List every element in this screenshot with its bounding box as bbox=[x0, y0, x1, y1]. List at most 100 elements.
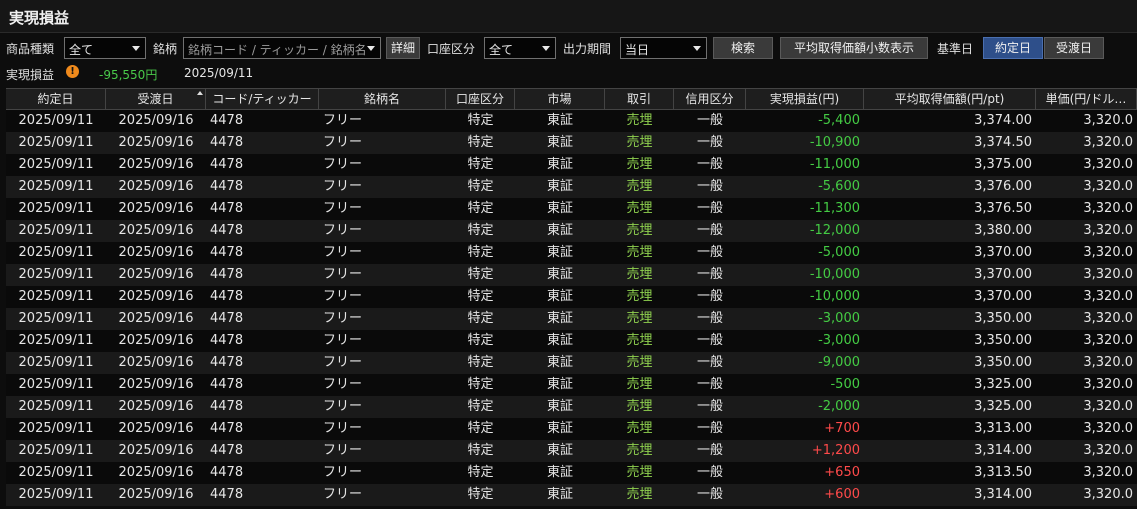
cell-market: 東証 bbox=[546, 355, 573, 370]
cell-credit-type: 一般 bbox=[696, 113, 723, 128]
cell-unit-price: 3,320.0 bbox=[1083, 289, 1133, 304]
column-header-symbol-name[interactable]: 銘柄名 bbox=[319, 89, 446, 109]
table-row[interactable]: 2025/09/11 2025/09/16 4478 フリー 特定 東証 売埋 一般 +700 3… bbox=[6, 418, 1137, 440]
column-header-settle-date[interactable]: 受渡日 bbox=[106, 89, 206, 109]
cell-account-type: 特定 bbox=[467, 201, 494, 216]
cell-trade-date: 2025/09/11 bbox=[18, 311, 94, 326]
cell-unit-price: 3,320.0 bbox=[1083, 113, 1133, 128]
column-header-trade-type[interactable]: 取引 bbox=[605, 89, 674, 109]
cell-avg-price: 3,370.00 bbox=[974, 289, 1032, 304]
delivery-date-button[interactable]: 受渡日 bbox=[1044, 37, 1104, 59]
cell-avg-price: 3,374.00 bbox=[974, 113, 1032, 128]
contract-date-button[interactable]: 約定日 bbox=[983, 37, 1043, 59]
cell-symbol-name: フリー bbox=[323, 201, 363, 216]
cell-realized-pnl: -2,000 bbox=[818, 399, 860, 414]
cell-account-type: 特定 bbox=[467, 377, 494, 392]
symbol-input[interactable]: 銘柄コード / ティッカー / 銘柄名 bbox=[183, 37, 381, 59]
cell-avg-price: 3,375.00 bbox=[974, 157, 1032, 172]
cell-code: 4478 bbox=[210, 245, 244, 260]
table-row[interactable]: 2025/09/11 2025/09/16 4478 フリー 特定 東証 売埋 一般 +650 3… bbox=[6, 462, 1137, 484]
cell-account-type: 特定 bbox=[467, 311, 494, 326]
table-row[interactable]: 2025/09/11 2025/09/16 4478 フリー 特定 東証 売埋 一般 -9,00… bbox=[6, 352, 1137, 374]
cell-credit-type: 一般 bbox=[696, 223, 723, 238]
cell-settle-date: 2025/09/16 bbox=[118, 267, 194, 282]
cell-settle-date: 2025/09/16 bbox=[118, 201, 194, 216]
column-header-credit-type[interactable]: 信用区分 bbox=[674, 89, 746, 109]
cell-avg-price: 3,350.00 bbox=[974, 355, 1032, 370]
table-row[interactable]: 2025/09/11 2025/09/16 4478 フリー 特定 東証 売埋 一般 -2,00… bbox=[6, 396, 1137, 418]
period-select[interactable]: 当日 bbox=[620, 37, 707, 59]
table-row[interactable]: 2025/09/11 2025/09/16 4478 フリー 特定 東証 売埋 一般 -5,40… bbox=[6, 110, 1137, 132]
table-row[interactable]: 2025/09/11 2025/09/16 4478 フリー 特定 東証 売埋 一般 -500 3… bbox=[6, 374, 1137, 396]
table-row[interactable]: 2025/09/11 2025/09/16 4478 フリー 特定 東証 売埋 一般 -10,0… bbox=[6, 264, 1137, 286]
cell-avg-price: 3,370.00 bbox=[974, 245, 1032, 260]
table-row[interactable]: 2025/09/11 2025/09/16 4478 フリー 特定 東証 売埋 一般 -12,0… bbox=[6, 220, 1137, 242]
cell-trade-date: 2025/09/11 bbox=[18, 157, 94, 172]
column-header-trade-date[interactable]: 約定日 bbox=[6, 89, 106, 109]
cell-account-type: 特定 bbox=[467, 223, 494, 238]
cell-code: 4478 bbox=[210, 223, 244, 238]
cell-unit-price: 3,320.0 bbox=[1083, 179, 1133, 194]
table-row[interactable]: 2025/09/11 2025/09/16 4478 フリー 特定 東証 売埋 一般 -3,00… bbox=[6, 330, 1137, 352]
cell-code: 4478 bbox=[210, 311, 244, 326]
cell-settle-date: 2025/09/16 bbox=[118, 223, 194, 238]
cell-unit-price: 3,320.0 bbox=[1083, 443, 1133, 458]
cell-trade-type: 売埋 bbox=[626, 157, 653, 172]
cell-avg-price: 3,374.50 bbox=[974, 135, 1032, 150]
product-type-select[interactable]: 全て bbox=[64, 37, 146, 59]
cell-avg-price: 3,380.00 bbox=[974, 223, 1032, 238]
cell-credit-type: 一般 bbox=[696, 311, 723, 326]
cell-credit-type: 一般 bbox=[696, 355, 723, 370]
cell-trade-date: 2025/09/11 bbox=[18, 377, 94, 392]
period-label: 出力期間 bbox=[563, 42, 612, 56]
product-type-label: 商品種類 bbox=[6, 42, 55, 56]
cell-code: 4478 bbox=[210, 399, 244, 414]
table-row[interactable]: 2025/09/11 2025/09/16 4478 フリー 特定 東証 売埋 一般 -10,0… bbox=[6, 286, 1137, 308]
table-row[interactable]: 2025/09/11 2025/09/16 4478 フリー 特定 東証 売埋 一般 +600 3… bbox=[6, 484, 1137, 506]
cell-settle-date: 2025/09/16 bbox=[118, 135, 194, 150]
cell-unit-price: 3,320.0 bbox=[1083, 311, 1133, 326]
column-header-avg-price[interactable]: 平均取得価額(円/pt) bbox=[864, 89, 1036, 109]
decimal-display-button[interactable]: 平均取得価額小数表示 bbox=[780, 37, 928, 59]
cell-credit-type: 一般 bbox=[696, 179, 723, 194]
column-header-market[interactable]: 市場 bbox=[515, 89, 605, 109]
warning-icon[interactable]: ! bbox=[66, 65, 79, 78]
table-row[interactable]: 2025/09/11 2025/09/16 4478 フリー 特定 東証 売埋 一般 -5,00… bbox=[6, 242, 1137, 264]
table-row[interactable]: 2025/09/11 2025/09/16 4478 フリー 特定 東証 売埋 一般 -5,60… bbox=[6, 176, 1137, 198]
column-header-account-type[interactable]: 口座区分 bbox=[446, 89, 515, 109]
cell-realized-pnl: -10,000 bbox=[809, 267, 860, 282]
account-label: 口座区分 bbox=[427, 42, 476, 56]
cell-market: 東証 bbox=[546, 443, 573, 458]
cell-realized-pnl: -11,000 bbox=[809, 157, 860, 172]
cell-code: 4478 bbox=[210, 421, 244, 436]
detail-button[interactable]: 詳細 bbox=[386, 37, 420, 59]
cell-avg-price: 3,376.00 bbox=[974, 179, 1032, 194]
table-row[interactable]: 2025/09/11 2025/09/16 4478 フリー 特定 東証 売埋 一般 +1,20… bbox=[6, 440, 1137, 462]
cell-unit-price: 3,320.0 bbox=[1083, 465, 1133, 480]
window-title: 実現損益 bbox=[9, 9, 70, 27]
column-header-realized-pnl[interactable]: 実現損益(円) bbox=[746, 89, 864, 109]
cell-symbol-name: フリー bbox=[323, 179, 363, 194]
account-select[interactable]: 全て bbox=[484, 37, 556, 59]
cell-avg-price: 3,314.00 bbox=[974, 443, 1032, 458]
column-header-code[interactable]: コード/ティッカー bbox=[206, 89, 319, 109]
cell-trade-type: 売埋 bbox=[626, 113, 653, 128]
cell-trade-date: 2025/09/11 bbox=[18, 333, 94, 348]
table-row[interactable]: 2025/09/11 2025/09/16 4478 フリー 特定 東証 売埋 一般 -11,3… bbox=[6, 198, 1137, 220]
cell-trade-type: 売埋 bbox=[626, 421, 653, 436]
cell-realized-pnl: -10,900 bbox=[809, 135, 860, 150]
cell-unit-price: 3,320.0 bbox=[1083, 245, 1133, 260]
cell-unit-price: 3,320.0 bbox=[1083, 421, 1133, 436]
cell-symbol-name: フリー bbox=[323, 355, 363, 370]
search-button[interactable]: 検索 bbox=[713, 37, 773, 59]
cell-settle-date: 2025/09/16 bbox=[118, 487, 194, 502]
table-row[interactable]: 2025/09/11 2025/09/16 4478 フリー 特定 東証 売埋 一般 -10,9… bbox=[6, 132, 1137, 154]
column-header-unit-price[interactable]: 単価(円/ドル… bbox=[1036, 89, 1137, 109]
table-row[interactable]: 2025/09/11 2025/09/16 4478 フリー 特定 東証 売埋 一般 -3,00… bbox=[6, 308, 1137, 330]
cell-realized-pnl: -3,000 bbox=[818, 333, 860, 348]
cell-code: 4478 bbox=[210, 487, 244, 502]
cell-trade-type: 売埋 bbox=[626, 201, 653, 216]
cell-account-type: 特定 bbox=[467, 245, 494, 260]
table-row[interactable]: 2025/09/11 2025/09/16 4478 フリー 特定 東証 売埋 一般 -11,0… bbox=[6, 154, 1137, 176]
cell-trade-date: 2025/09/11 bbox=[18, 245, 94, 260]
